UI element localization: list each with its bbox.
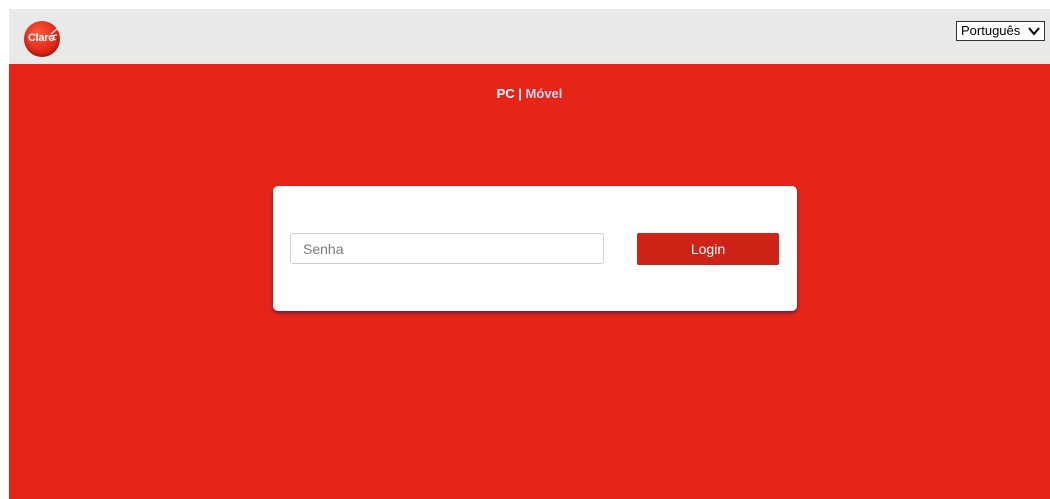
- chevron-down-icon: [1028, 27, 1040, 36]
- language-select-value: Português: [961, 23, 1021, 38]
- header-bar: Claro Português: [9, 9, 1050, 64]
- mode-mobile-link[interactable]: Móvel: [526, 86, 563, 101]
- main-panel: PC | Móvel Login: [9, 64, 1050, 499]
- mode-separator: |: [518, 86, 522, 101]
- logo-rays-icon: [50, 28, 58, 41]
- language-select[interactable]: Português: [956, 21, 1045, 41]
- claro-logo-icon: Claro: [24, 21, 60, 57]
- login-card: Login: [273, 186, 797, 311]
- password-input[interactable]: [290, 233, 604, 264]
- login-button[interactable]: Login: [637, 233, 779, 265]
- mode-switch: PC | Móvel: [9, 86, 1050, 101]
- page-frame: Claro Português PC | Móvel Login: [9, 9, 1050, 499]
- mode-pc-label: PC: [496, 86, 515, 101]
